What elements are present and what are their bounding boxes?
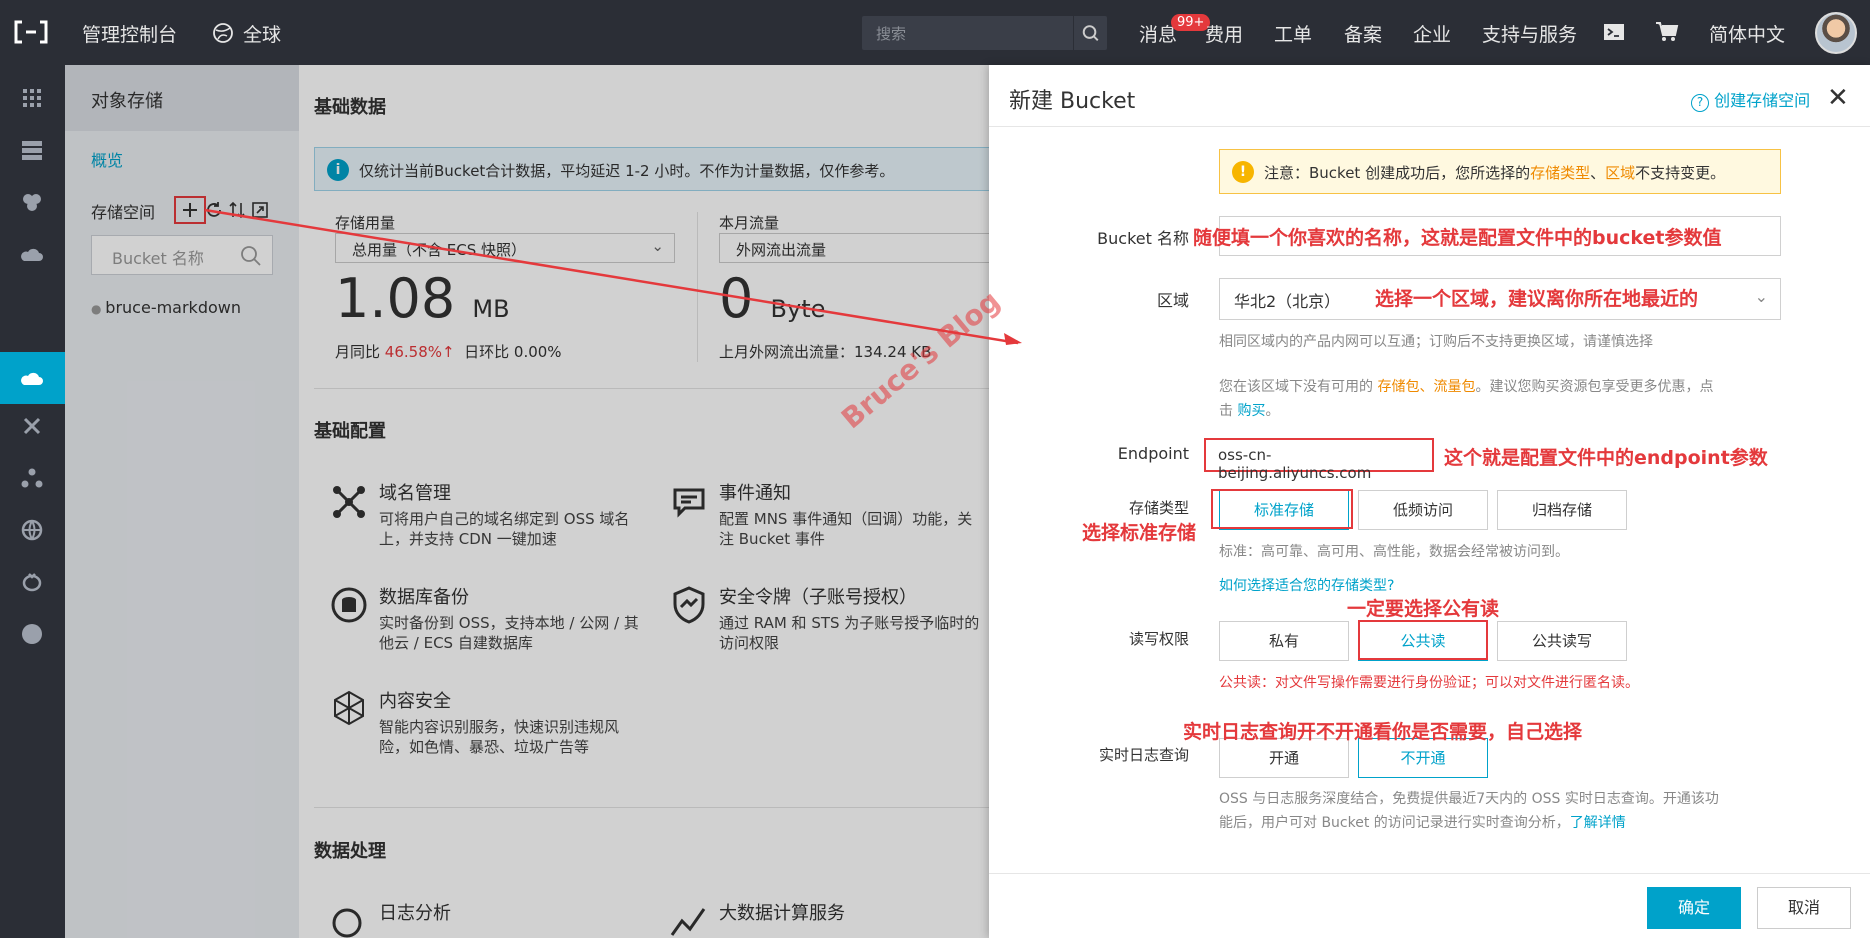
region-switch[interactable]: 全球 xyxy=(243,20,281,47)
hint-package[interactable]: 存储包、流量包 xyxy=(1377,379,1475,395)
warning-notice: ! 注意：Bucket 创建成功后，您所选择的存储类型、区域不支持变更。 xyxy=(1219,149,1781,194)
storage-ia-button[interactable]: 低频访问 xyxy=(1358,490,1488,530)
annotation-log: 实时日志查询开不开通看你是否需要，自己选择 xyxy=(1183,721,1583,743)
region-hint: 相同区域内的产品内网可以互通；订购后不支持更换区域，请谨慎选择 xyxy=(1219,334,1653,350)
nav-icp[interactable]: 备案 xyxy=(1344,20,1382,47)
acl-hint: 公共读：对文件写操作需要进行身份验证；可以对文件进行匿名读。 xyxy=(1219,675,1639,691)
hint-text: OSS 与日志服务深度结合，免费提供最近7天内的 OSS 实时日志查询。开通该功 xyxy=(1219,791,1719,807)
panel-title: 新建 Bucket xyxy=(1009,89,1136,114)
acl-label: 读写权限 xyxy=(1128,630,1189,648)
network-x-icon[interactable] xyxy=(20,414,44,438)
server-icon[interactable] xyxy=(20,138,44,162)
endpoint-value: oss-cn-beijing.aliyuncs.com xyxy=(1204,438,1434,482)
bucket-name-label: Bucket 名称 xyxy=(1097,229,1189,248)
security-icon[interactable] xyxy=(20,570,44,594)
terminal-icon[interactable] xyxy=(1603,21,1625,43)
help-link[interactable]: ? 创建存储空间 xyxy=(1691,87,1810,112)
realtime-log-label: 实时日志查询 xyxy=(1098,746,1189,764)
storage-type-label: 存储类型 xyxy=(1128,499,1189,517)
nav-support[interactable]: 支持与服务 xyxy=(1482,20,1577,47)
nav-tickets[interactable]: 工单 xyxy=(1274,20,1312,47)
acl-public-rw-button[interactable]: 公共读写 xyxy=(1497,621,1627,661)
globe-icon xyxy=(213,23,233,43)
learn-more-link[interactable]: 了解详情 xyxy=(1570,815,1626,831)
help-text: 创建存储空间 xyxy=(1714,91,1811,110)
create-bucket-panel: 新建 Bucket ? 创建存储空间 ✕ ! 注意：Bucket 创建成功后，您… xyxy=(989,65,1870,938)
hint-text: 能后，用户可对 Bucket 的访问记录进行实时查询分析， xyxy=(1219,815,1570,831)
warn-sep: 、 xyxy=(1590,164,1606,182)
log-hint: OSS 与日志服务深度结合，免费提供最近7天内的 OSS 实时日志查询。开通该功… xyxy=(1219,787,1799,835)
chevron-down-icon: ⌄ xyxy=(1754,287,1768,306)
user-avatar[interactable] xyxy=(1815,12,1857,54)
warn-text: 注意：Bucket 创建成功后，您所选择的 xyxy=(1264,164,1531,182)
panel-footer: 确定 取消 xyxy=(989,873,1870,938)
annotation-acl: 一定要选择公有读 xyxy=(1347,598,1500,620)
annotation-storage-box xyxy=(1211,489,1353,529)
warn-suffix: 不支持变更。 xyxy=(1635,164,1726,182)
hint-text: 您在该区域下没有可用的 xyxy=(1219,379,1378,395)
storage-hint: 标准：高可靠、高可用、高性能，数据会经常被访问到。 xyxy=(1219,544,1569,560)
console-link[interactable]: 管理控制台 xyxy=(82,20,177,47)
confirm-button[interactable]: 确定 xyxy=(1647,887,1741,929)
nav-enterprise[interactable]: 企业 xyxy=(1413,20,1451,47)
warn-region: 区域 xyxy=(1605,164,1636,182)
region-hint-2: 您在该区域下没有可用的 存储包、流量包。建议您购买资源包享受更多优惠，点击 购买… xyxy=(1219,375,1789,423)
endpoint-label: Endpoint xyxy=(1117,444,1189,463)
hint-text: 击 xyxy=(1219,403,1238,419)
annotation-name: 随便填一个你喜欢的名称，这就是配置文件中的bucket参数值 xyxy=(1193,227,1722,249)
database-icon[interactable] xyxy=(20,190,44,214)
aliyun-logo-icon[interactable] xyxy=(12,18,50,46)
help-icon: ? xyxy=(1691,94,1709,112)
cancel-button[interactable]: 取消 xyxy=(1757,887,1851,929)
region-value: 华北2（北京） xyxy=(1234,292,1341,311)
search-icon[interactable] xyxy=(1073,16,1107,50)
language-switch[interactable]: 简体中文 xyxy=(1709,20,1785,47)
top-bar: 管理控制台 全球 搜索 消息 99+ 费用 工单 备案 企业 支持与服务 简体中… xyxy=(0,0,1870,65)
warning-icon: ! xyxy=(1232,161,1254,183)
hint-text: 。 xyxy=(1265,403,1280,419)
warn-type: 存储类型 xyxy=(1530,164,1591,182)
hint-text: 。建议您购买资源包享受更多优惠，点 xyxy=(1475,379,1714,395)
panel-header: 新建 Bucket ? 创建存储空间 ✕ xyxy=(989,65,1870,127)
annotation-endpoint: 这个就是配置文件中的endpoint参数 xyxy=(1444,447,1768,469)
cloud-icon[interactable] xyxy=(20,242,44,266)
oss-cloud-icon[interactable] xyxy=(20,366,44,390)
circle-icon[interactable] xyxy=(20,622,44,646)
buy-link[interactable]: 购买 xyxy=(1237,403,1265,419)
search-input[interactable]: 搜索 xyxy=(876,23,906,44)
icon-sidebar xyxy=(0,65,65,938)
nav-billing[interactable]: 费用 xyxy=(1205,20,1243,47)
annotation-region: 选择一个区域，建议离你所在地最近的 xyxy=(1375,288,1699,310)
annotation-storage: 选择标准存储 xyxy=(1082,522,1197,544)
region-label: 区域 xyxy=(1156,291,1189,310)
modal-overlay[interactable] xyxy=(65,65,989,938)
log-enable-button[interactable]: 开通 xyxy=(1219,738,1349,778)
annotation-acl-box xyxy=(1358,620,1488,660)
nodes-icon[interactable] xyxy=(20,466,44,490)
log-disable-button[interactable]: 不开通 xyxy=(1358,738,1488,778)
cart-icon[interactable] xyxy=(1655,21,1679,43)
search-box[interactable]: 搜索 xyxy=(862,16,1107,50)
close-icon[interactable]: ✕ xyxy=(1827,83,1849,113)
grid-menu-icon[interactable] xyxy=(20,86,44,110)
acl-private-button[interactable]: 私有 xyxy=(1219,621,1349,661)
global-network-icon[interactable] xyxy=(20,518,44,542)
storage-archive-button[interactable]: 归档存储 xyxy=(1497,490,1627,530)
